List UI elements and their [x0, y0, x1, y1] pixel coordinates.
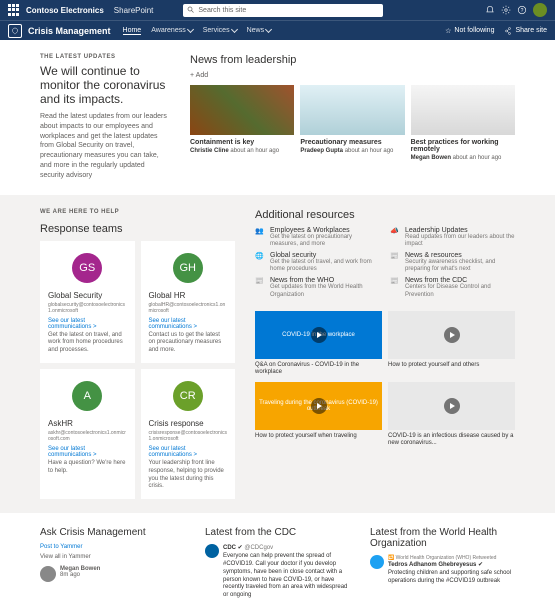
team-avatar: CR	[173, 381, 203, 411]
news-card[interactable]: Precautionary measures Pradeep Gupta abo…	[300, 85, 404, 161]
news-icon: 📰	[390, 252, 400, 273]
globe-icon: 🌐	[255, 252, 265, 273]
resource-link[interactable]: 👥Employees & WorkplacesGet the latest on…	[255, 227, 380, 248]
team-card[interactable]: AAskHRaskhr@contosoelectronics1.onmicros…	[40, 369, 135, 499]
resources-heading: Additional resources	[255, 209, 515, 221]
nav-home[interactable]: Home	[123, 27, 142, 35]
resource-link[interactable]: 📰News from the CDCCenters for Disease Co…	[390, 277, 515, 298]
nav-awareness[interactable]: Awareness	[151, 27, 193, 35]
team-card[interactable]: CRCrisis responsecrisisresponse@contosoe…	[141, 369, 236, 499]
yammer-heading: Ask Crisis Management	[40, 527, 185, 538]
team-avatar: A	[72, 381, 102, 411]
not-following-button[interactable]: ☆Not following	[445, 27, 494, 35]
tenant-brand: Contoso Electronics	[26, 6, 104, 15]
news-icon: 📰	[390, 277, 400, 298]
team-card[interactable]: GSGlobal Securityglobalsecurity@contosoe…	[40, 241, 135, 363]
site-logo[interactable]	[8, 24, 22, 38]
tweet-avatar	[370, 555, 384, 569]
news-card[interactable]: Best practices for working remotely Mega…	[411, 85, 515, 161]
nav-news[interactable]: News	[247, 27, 272, 35]
chevron-down-icon	[187, 26, 194, 33]
post-yammer-link[interactable]: Post to Yammer	[40, 544, 185, 550]
megaphone-icon: 📣	[390, 227, 400, 248]
teams-heading: Response teams	[40, 223, 235, 235]
team-avatar: GH	[173, 253, 203, 283]
tweet[interactable]: CDC ✔ @CDCgov Everyone can help prevent …	[205, 544, 350, 600]
resource-link[interactable]: 📣Leadership UpdatesRead updates from our…	[390, 227, 515, 248]
resource-link[interactable]: 📰News & resourcesSecurity awareness chec…	[390, 252, 515, 273]
video-card[interactable]: How to protect yourself and others	[388, 311, 515, 376]
tweet-avatar	[205, 544, 219, 558]
team-card[interactable]: GHGlobal HRglobalHR@contosoelectronics1.…	[141, 241, 236, 363]
search-placeholder: Search this site	[198, 7, 246, 14]
news-image	[411, 85, 515, 135]
video-card[interactable]: Traveling during the coronavirus (COVID-…	[255, 382, 382, 447]
share-site-button[interactable]: Share site	[504, 27, 547, 35]
search-icon	[187, 6, 195, 14]
news-image	[300, 85, 404, 135]
who-heading: Latest from the World Health Organizatio…	[370, 527, 515, 549]
svg-text:?: ?	[521, 8, 524, 14]
post-avatar	[40, 566, 56, 582]
resource-link[interactable]: 📰News from the WHOGet updates from the W…	[255, 277, 380, 298]
view-all-yammer-link[interactable]: View all in Yammer	[40, 554, 185, 560]
team-avatar: GS	[72, 253, 102, 283]
yammer-post[interactable]: Megan Bowen8m ago	[40, 566, 185, 582]
search-input[interactable]: Search this site	[183, 4, 383, 17]
tweet[interactable]: 🔁 World Health Organization (WHO) Retwee…	[370, 555, 515, 586]
resource-link[interactable]: 🌐Global securityGet the latest on travel…	[255, 252, 380, 273]
add-news-button[interactable]: + Add	[190, 72, 515, 79]
video-card[interactable]: COVID-19 in the workplaceQ&A on Coronavi…	[255, 311, 382, 376]
cdc-heading: Latest from the CDC	[205, 527, 350, 538]
app-launcher-icon[interactable]	[8, 4, 20, 16]
settings-icon[interactable]	[501, 5, 511, 15]
site-title[interactable]: Crisis Management	[28, 26, 111, 36]
play-icon	[444, 398, 460, 414]
nav-services[interactable]: Services	[203, 27, 237, 35]
app-name: SharePoint	[114, 6, 154, 15]
news-icon: 📰	[255, 277, 265, 298]
people-icon: 👥	[255, 227, 265, 248]
news-card[interactable]: Containment is key Christie Cline about …	[190, 85, 294, 161]
play-icon	[444, 327, 460, 343]
hero-body: Read the latest updates from our leaders…	[40, 112, 170, 181]
news-image	[190, 85, 294, 135]
chevron-down-icon	[265, 26, 272, 33]
chevron-down-icon	[231, 26, 238, 33]
video-card[interactable]: COVID-19 is an infectious disease caused…	[388, 382, 515, 447]
hero-eyebrow: THE LATEST UPDATES	[40, 54, 170, 60]
hero-title: We will continue to monitor the coronavi…	[40, 64, 170, 106]
help-icon[interactable]: ?	[517, 5, 527, 15]
play-icon	[311, 398, 327, 414]
news-heading: News from leadership	[190, 54, 515, 66]
notifications-icon[interactable]	[485, 5, 495, 15]
user-avatar[interactable]	[533, 3, 547, 17]
play-icon	[311, 327, 327, 343]
help-eyebrow: WE ARE HERE TO HELP	[40, 209, 235, 215]
